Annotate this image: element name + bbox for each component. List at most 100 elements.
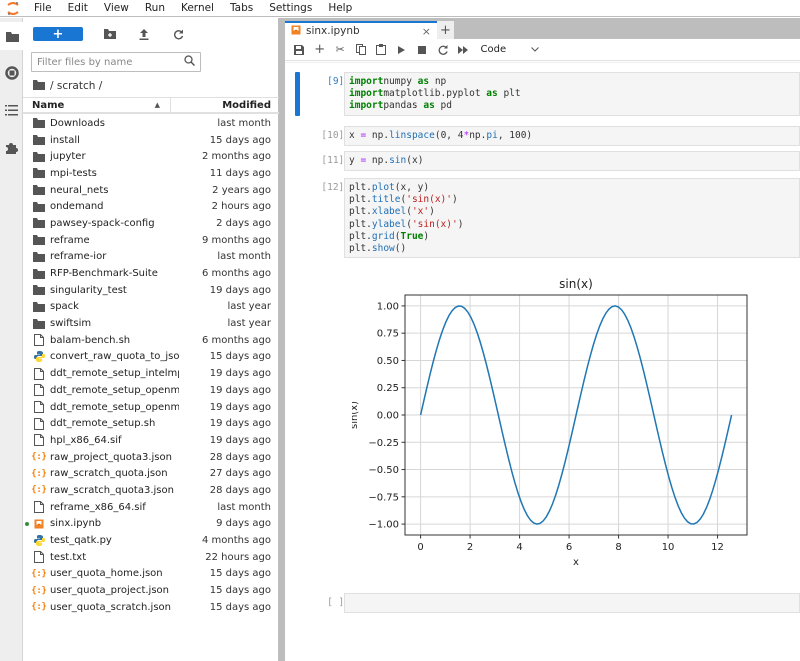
running-icon[interactable] [0, 59, 23, 87]
file-row[interactable]: {:} raw_scratch_quota3.json 28 days ago [23, 482, 279, 499]
file-row[interactable]: ddt_remote_setup_intelmp... 19 days ago [23, 365, 279, 382]
file-row[interactable]: jupyter 2 months ago [23, 148, 279, 165]
add-tab-button[interactable]: + [437, 21, 454, 39]
file-row[interactable]: mpi-tests 11 days ago [23, 165, 279, 182]
run-icon[interactable] [392, 39, 413, 61]
folder-icon [33, 301, 45, 312]
new-folder-icon[interactable] [93, 26, 127, 42]
file-icon [33, 401, 45, 414]
column-header-name[interactable]: Name ▲ [23, 98, 171, 112]
file-row[interactable]: reframe-ior last month [23, 249, 279, 266]
menu-help[interactable]: Help [320, 0, 360, 17]
y-tick-label: 1.00 [377, 301, 399, 312]
cell-input[interactable] [344, 593, 800, 613]
home-folder-icon[interactable] [33, 79, 45, 93]
menu-settings[interactable]: Settings [261, 0, 320, 17]
file-row[interactable]: test.txt 22 hours ago [23, 549, 279, 566]
extension-icon[interactable] [0, 133, 23, 161]
stop-icon[interactable] [412, 39, 433, 61]
insert-cell-icon[interactable]: + [310, 39, 331, 61]
menu-file[interactable]: File [26, 0, 60, 17]
file-row[interactable]: {:} user_quota_home.json 15 days ago [23, 566, 279, 583]
menu-kernel[interactable]: Kernel [173, 0, 222, 17]
column-header-modified[interactable]: Modified [171, 98, 279, 112]
file-row[interactable]: Downloads last month [23, 115, 279, 132]
cell-type-dropdown[interactable]: Code [481, 44, 539, 55]
toc-icon[interactable] [0, 96, 23, 124]
menu-view[interactable]: View [96, 0, 137, 17]
run-all-icon[interactable] [453, 39, 474, 61]
copy-icon[interactable] [351, 39, 372, 61]
refresh-icon[interactable] [161, 26, 195, 42]
file-row[interactable]: balam-bench.sh 6 months ago [23, 332, 279, 349]
upload-icon[interactable] [127, 26, 161, 42]
y-tick-label: 0.25 [377, 383, 399, 394]
filter-files-input[interactable]: Filter files by name [31, 52, 201, 72]
file-modified: 6 months ago [202, 334, 271, 346]
menu-edit[interactable]: Edit [60, 0, 96, 17]
cell-input[interactable]: importnumpy as np importmatplotlib.pyplo… [344, 72, 800, 116]
cell-input[interactable]: x = np.linspace(0, 4*np.pi, 100) [344, 126, 800, 146]
file-row[interactable]: convert_raw_quota_to_jso... 15 days ago [23, 349, 279, 366]
cell-input[interactable]: y = np.sin(x) [344, 151, 800, 171]
file-row[interactable]: hpl_x86_64.sif 19 days ago [23, 432, 279, 449]
file-row[interactable]: {:} raw_project_quota3.json 28 days ago [23, 449, 279, 466]
code-cell[interactable]: [11]: y = np.sin(x) [295, 151, 800, 171]
code-cell[interactable]: [9]: importnumpy as np importmatplotlib.p… [295, 72, 800, 116]
new-launcher-button[interactable]: + [33, 27, 83, 42]
column-modified-label: Modified [222, 99, 271, 111]
cell-prompt: [9]: [327, 76, 350, 87]
file-row[interactable]: reframe 9 months ago [23, 232, 279, 249]
code-cell[interactable]: [12]: plt.plot(x, y) plt.title('sin(x)') … [295, 178, 800, 259]
breadcrumb-path[interactable]: / scratch / [50, 80, 102, 92]
code-token: 'sin(x)' [411, 218, 458, 230]
notebook-icon [33, 519, 45, 529]
code-cell[interactable]: [10]: x = np.linspace(0, 4*np.pi, 100) [295, 126, 800, 146]
file-row[interactable]: ddt_remote_setup.sh 19 days ago [23, 415, 279, 432]
menubar: File Edit View Run Kernel Tabs Settings Help [0, 0, 800, 17]
folder-icon [33, 218, 45, 229]
save-icon[interactable] [289, 39, 310, 61]
file-row[interactable]: swiftsim last year [23, 315, 279, 332]
menu-run[interactable]: Run [137, 0, 173, 17]
code-token: grid [371, 230, 395, 242]
file-row[interactable]: ondemand 2 hours ago [23, 198, 279, 215]
file-row[interactable]: {:} raw_scratch_quota.json 27 days ago [23, 465, 279, 482]
menu-tabs[interactable]: Tabs [222, 0, 261, 17]
file-row[interactable]: pawsey-spack-config 2 days ago [23, 215, 279, 232]
file-name: ddt_remote_setup_openm... [50, 401, 179, 413]
file-row[interactable]: reframe_x86_64.sif last month [23, 499, 279, 516]
file-row[interactable]: spack last year [23, 299, 279, 316]
file-row[interactable]: ddt_remote_setup_openm... 19 days ago [23, 382, 279, 399]
y-tick-label: 0.00 [377, 411, 399, 422]
file-row[interactable]: neural_nets 2 years ago [23, 182, 279, 199]
file-name: hpl_x86_64.sif [50, 434, 122, 446]
tab-sinx-notebook[interactable]: sinx.ipynb × [285, 21, 437, 39]
folder-icon[interactable] [0, 22, 24, 50]
file-row[interactable]: singularity_test 19 days ago [23, 282, 279, 299]
code-token: (x) [406, 155, 424, 166]
paste-icon[interactable] [371, 39, 392, 61]
folder-icon [33, 135, 45, 146]
file-row[interactable]: sinx.ipynb 9 days ago [23, 516, 279, 533]
cell-input[interactable]: plt.plot(x, y) plt.title('sin(x)') plt.x… [344, 178, 800, 259]
file-modified: 2 months ago [202, 151, 271, 163]
code-token: title [371, 194, 401, 206]
file-modified: 28 days ago [209, 451, 271, 463]
file-row[interactable]: install 15 days ago [23, 132, 279, 149]
file-row[interactable]: ddt_remote_setup_openm... 19 days ago [23, 399, 279, 416]
file-row[interactable]: RFP-Benchmark-Suite 6 months ago [23, 265, 279, 282]
python-file-icon [33, 535, 45, 547]
file-icon [33, 501, 45, 514]
empty-code-cell[interactable]: [ ]: [295, 593, 800, 613]
file-name: user_quota_home.json [50, 568, 163, 580]
folder-icon [33, 251, 45, 262]
close-tab-icon[interactable]: × [422, 25, 431, 38]
cut-icon[interactable]: ✂ [330, 39, 351, 61]
y-axis-label: sin(x) [352, 401, 360, 429]
file-row[interactable]: {:} user_quota_scratch.json 15 days ago [23, 599, 279, 616]
code-token: 'sin(x)' [406, 194, 452, 206]
file-row[interactable]: test_qatk.py 4 months ago [23, 532, 279, 549]
restart-icon[interactable] [433, 39, 454, 61]
file-row[interactable]: {:} user_quota_project.json 15 days ago [23, 582, 279, 599]
